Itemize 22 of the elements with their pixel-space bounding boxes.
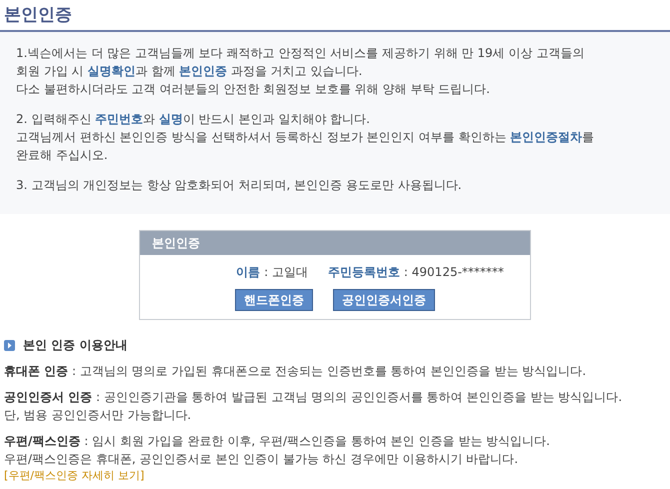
id-value: : 490125-******* bbox=[404, 264, 504, 281]
verify-button[interactable]: 핸드폰인증 bbox=[235, 289, 313, 311]
guide-text: 우편/팩스인증은 휴대폰, 공인인증서로 본인 인증이 불가능 하신 경우에만 이용하시기 바랍니다. bbox=[4, 451, 520, 468]
notice-text: 다소 불편하시더라도 고객 여러분들의 안전한 회원정보 보호를 위해 양해 부탁 드립니다. bbox=[16, 81, 491, 98]
notice-text: 고객님께서 편하신 본인인증 방식을 선택하셔서 등록하신 정보가 본인인지 여부를 확인하는 본인인증절차를 bbox=[16, 129, 596, 146]
verify-button[interactable]: 공인인증서인증 bbox=[333, 289, 435, 311]
name-label: 이름 bbox=[236, 264, 260, 281]
panel-title: 본인인증 bbox=[152, 235, 200, 252]
notice-text: 2. 입력해주신 주민번호와 실명이 반드시 본인과 일치해야 합니다. bbox=[16, 111, 371, 128]
name-value: : 고일대 bbox=[264, 264, 308, 281]
details-link[interactable]: [우편/팩스인증 자세히 보기] bbox=[4, 468, 144, 484]
guide-text: 공인인증서 인증 : 공인인증기관을 통하여 발급된 고객님 명의의 공인인증서를 통하여 본인인증을 받는 방식입니다. bbox=[4, 389, 624, 406]
guide-text: 우편/팩스인증 : 임시 회원 가입을 완료한 이후, 우편/팩스인증을 통하여 본인 인증을 받는 방식입니다. bbox=[4, 433, 551, 450]
page-title: 본인인증 bbox=[4, 4, 73, 26]
guide-title: 본인 인증 이용안내 bbox=[23, 337, 128, 354]
notice-text: 완료해 주십시오. bbox=[16, 147, 109, 164]
notice-text: 회원 가입 시 실명확인과 함께 본인인증 과정을 거치고 있습니다. bbox=[16, 63, 364, 80]
guide-text: 휴대폰 인증 : 고객님의 명의로 가입된 휴대폰으로 전송되는 인증번호를 통하여 본인인증을 받는 방식입니다. bbox=[4, 363, 588, 380]
guide-text: 단, 범용 공인인증서만 가능합니다. bbox=[4, 407, 192, 424]
notice-text: 1.넥슨에서는 더 많은 고객님들께 보다 쾌적하고 안정적인 서비스를 제공하기 위해 만 19세 이상 고객들의 bbox=[16, 45, 586, 62]
id-label: 주민등록번호 bbox=[328, 264, 400, 281]
notice-text: 3. 고객님의 개인정보는 항상 암호화되어 처리되며, 본인인증 용도로만 사용됩니다. bbox=[16, 177, 463, 194]
